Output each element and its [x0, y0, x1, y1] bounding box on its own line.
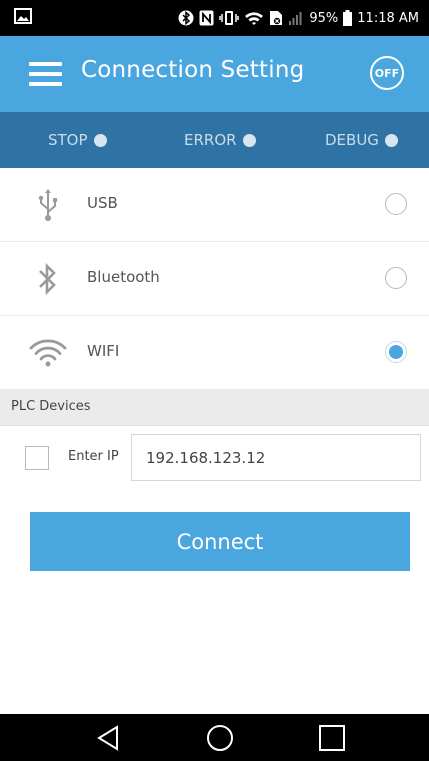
enter-ip-checkbox[interactable]: [25, 446, 49, 470]
vibrate-icon: [219, 10, 240, 26]
system-navigation-bar: [0, 714, 429, 761]
connect-button[interactable]: Connect: [30, 512, 410, 571]
section-title: PLC Devices: [11, 399, 91, 414]
option-bluetooth[interactable]: Bluetooth: [0, 242, 429, 316]
option-bluetooth-label: Bluetooth: [87, 268, 160, 286]
wifi-status-icon: [244, 10, 264, 26]
system-status-bar: 95% 11:18 AM: [0, 0, 429, 36]
debug-indicator: DEBUG: [325, 112, 398, 168]
wifi-icon: [26, 331, 70, 375]
error-status-dot-icon: [242, 133, 256, 147]
signal-icon: [288, 10, 304, 26]
plc-devices-section-header: PLC Devices: [0, 390, 429, 426]
plc-status-strip: STOP ERROR DEBUG: [0, 112, 429, 168]
debug-indicator-label: DEBUG: [325, 131, 379, 149]
error-indicator: ERROR: [184, 112, 256, 168]
gallery-notification-icon: [14, 8, 32, 24]
off-toggle-button[interactable]: OFF: [370, 56, 404, 90]
option-usb[interactable]: USB: [0, 168, 429, 242]
connection-setting-screen: 95% 11:18 AM Connection Setting OFF STOP…: [0, 0, 429, 761]
wifi-radio[interactable]: [385, 341, 407, 363]
page-title: Connection Setting: [81, 57, 305, 83]
bluetooth-radio[interactable]: [385, 267, 407, 289]
usb-radio[interactable]: [385, 193, 407, 215]
option-usb-label: USB: [87, 194, 118, 212]
stop-status-dot-icon: [93, 133, 107, 147]
stop-indicator-label: STOP: [48, 131, 88, 149]
ip-address-input[interactable]: [131, 434, 421, 481]
bluetooth-status-icon: [178, 10, 194, 26]
hamburger-menu-icon[interactable]: [29, 60, 62, 88]
bluetooth-icon: [26, 257, 70, 301]
battery-icon: [343, 10, 353, 26]
home-icon[interactable]: [190, 714, 250, 761]
enter-ip-row: Enter IP: [0, 426, 429, 490]
option-wifi[interactable]: WIFI: [0, 316, 429, 390]
status-icons: 95% 11:18 AM: [178, 0, 419, 36]
enter-ip-label: Enter IP: [68, 449, 119, 464]
nfc-icon: [199, 10, 214, 26]
no-sim-icon: [269, 10, 283, 26]
recent-apps-icon[interactable]: [302, 714, 362, 761]
debug-status-dot-icon: [384, 133, 398, 147]
app-bar: Connection Setting OFF: [0, 36, 429, 112]
stop-indicator: STOP: [48, 112, 107, 168]
battery-percent: 95%: [309, 10, 339, 26]
option-wifi-label: WIFI: [87, 342, 120, 360]
clock: 11:18 AM: [357, 10, 419, 26]
usb-icon: [26, 183, 70, 227]
error-indicator-label: ERROR: [184, 131, 237, 149]
back-icon[interactable]: [78, 714, 138, 761]
